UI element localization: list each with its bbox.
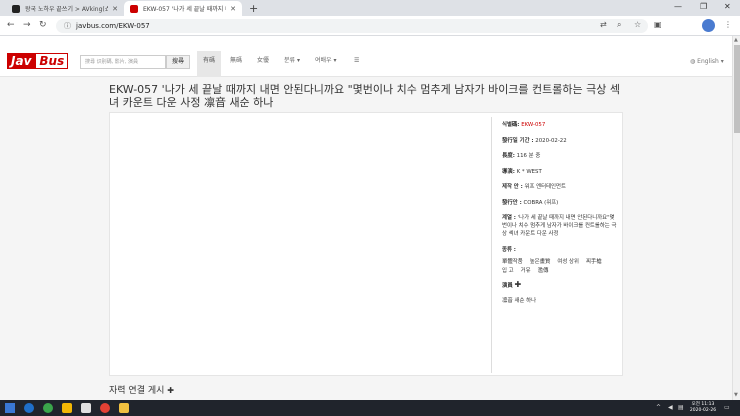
- globe-icon: ◍: [690, 58, 696, 65]
- nav-uncensored[interactable]: 無碼: [224, 51, 248, 77]
- nav-actress-dropdown[interactable]: 여배우 ▾: [309, 51, 342, 77]
- browser-tab-active[interactable]: EKW-057 '나가 세 끝날 때까지 내... ✕: [124, 1, 242, 16]
- windows-start-icon[interactable]: [5, 403, 15, 413]
- nav-censored[interactable]: 有碼: [197, 51, 222, 77]
- add-magnet-icon[interactable]: ✚: [167, 386, 174, 395]
- chrome-icon[interactable]: [100, 403, 110, 413]
- browser-tab[interactable]: 왕국 노하우 끝쓰기 > AVking(쇼... ✕: [6, 1, 124, 16]
- new-tab-icon[interactable]: +: [249, 2, 258, 15]
- series-label: 계열 :: [502, 215, 516, 221]
- language-selector[interactable]: ◍ English ▾: [690, 58, 724, 65]
- tab-label: EKW-057 '나가 세 끝날 때까지 내...: [143, 6, 226, 13]
- url-text: javbus.com/EKW-057: [76, 22, 150, 30]
- magnet-header-label: 자력 연결 게시: [109, 386, 165, 396]
- release-date: 2020-02-22: [535, 137, 567, 144]
- clock-date: 2020-02-26: [689, 408, 717, 413]
- movie-id: EKW-057: [521, 122, 546, 128]
- date-label: 發行일 기간 :: [502, 137, 534, 144]
- movie-length: 116 분 중: [516, 153, 541, 159]
- scroll-up-icon[interactable]: ▲: [734, 37, 738, 43]
- browser-tab-strip: 왕국 노하우 끝쓰기 > AVking(쇼... ✕ EKW-057 '나가 세…: [0, 0, 740, 16]
- tab-label: 왕국 노하우 끝쓰기 > AVking(쇼...: [25, 6, 109, 13]
- movie-detail-panel: 식별碼: EKW-057 發行일 기간 : 2020-02-22 長度: 116…: [109, 112, 623, 376]
- page-title: EKW-057 '나가 세 끝날 때까지 내면 안된다니까요 "몇번이나 치수 …: [109, 83, 620, 109]
- app-icon[interactable]: [43, 403, 53, 413]
- back-icon[interactable]: ←: [7, 20, 15, 30]
- genre-tag[interactable]: 입 고: [502, 267, 514, 275]
- genre-label: 종류 :: [502, 246, 516, 253]
- kakao-icon[interactable]: [62, 403, 72, 413]
- extension-icon[interactable]: ▣: [654, 20, 662, 29]
- reload-icon[interactable]: ↻: [39, 20, 47, 30]
- close-window-icon[interactable]: ✕: [724, 2, 731, 11]
- logo-bus: Bus: [35, 53, 69, 69]
- file-explorer-icon[interactable]: [119, 403, 129, 413]
- publisher-link[interactable]: COBRA (워프): [524, 200, 559, 206]
- zoom-icon[interactable]: ⌕: [617, 20, 621, 30]
- actor-link[interactable]: 凛音 새순 하나: [502, 298, 536, 304]
- genre-tag[interactable]: 거유: [521, 267, 531, 275]
- studio-label: 제작 안 :: [502, 184, 523, 190]
- menu-kebab-icon[interactable]: ⋮: [724, 20, 732, 29]
- actors-label: 演員: [502, 282, 513, 289]
- series-link[interactable]: '나가 세 끝날 때까지 내면 안된다니까요"몇번이나 치수 멈추게 남자가 바…: [502, 215, 616, 237]
- cover-image[interactable]: [114, 117, 492, 373]
- nav-genre-dropdown[interactable]: 분류 ▾: [278, 51, 306, 77]
- search-button[interactable]: 搜尋: [166, 55, 190, 69]
- windows-taskbar: ^ ◀ ▤ 오전 11:13 2020-02-26 ▭: [0, 400, 740, 416]
- logo-jav: Jav: [7, 53, 36, 69]
- site-logo[interactable]: Jav Bus: [7, 53, 69, 69]
- id-label: 식별碼:: [502, 122, 520, 128]
- profile-avatar[interactable]: [702, 19, 715, 32]
- movie-info: 식별碼: EKW-057 發行일 기간 : 2020-02-22 長度: 116…: [502, 121, 618, 313]
- genre-tag[interactable]: 單體작품: [502, 258, 523, 266]
- network-icon[interactable]: ▤: [678, 404, 684, 411]
- language-label: English ▾: [697, 58, 724, 65]
- page-scrollbar[interactable]: ▲ ▼: [732, 36, 740, 400]
- browser-toolbar: ← → ↻ ⓘ javbus.com/EKW-057 ⇄ ⌕ ☆ ▣ ⋮: [0, 16, 740, 36]
- app2-icon[interactable]: [81, 403, 91, 413]
- director-link[interactable]: K * WEST: [517, 169, 542, 175]
- nav-actresses[interactable]: 女優: [251, 51, 275, 77]
- magnet-section-header: 자력 연결 게시 ✚: [109, 383, 174, 396]
- genre-list: 單體작품 높은畫質 여성 상위 찌手槍 입 고 거유 濫傳: [502, 258, 618, 275]
- director-label: 導演:: [502, 168, 515, 175]
- tab-close-icon[interactable]: ✕: [230, 5, 236, 13]
- add-actor-icon[interactable]: ✚: [515, 280, 522, 289]
- tab-close-icon[interactable]: ✕: [112, 5, 118, 13]
- site-favicon-icon: [12, 4, 20, 13]
- volume-icon[interactable]: ◀: [668, 404, 673, 411]
- javbus-favicon-icon: [130, 4, 138, 13]
- taskbar-clock[interactable]: 오전 11:13 2020-02-26: [686, 402, 720, 414]
- site-navbar: Jav Bus 搜尋 识别碼, 影片, 演員 搜尋 有碼 無碼 女優 분류 ▾ …: [0, 36, 732, 77]
- genre-tag[interactable]: 濫傳: [538, 267, 549, 275]
- search-input[interactable]: 搜尋 识别碼, 影片, 演員: [80, 55, 166, 69]
- info-icon[interactable]: ⓘ: [64, 21, 71, 31]
- length-label: 長度:: [502, 153, 515, 159]
- notification-icon[interactable]: ▭: [724, 404, 730, 411]
- tray-arrow-icon[interactable]: ^: [656, 404, 661, 411]
- genre-tag[interactable]: 높은畫質: [530, 258, 551, 266]
- minimize-icon[interactable]: —: [674, 2, 682, 11]
- ie-icon[interactable]: [24, 403, 34, 413]
- bookmark-star-icon[interactable]: ☆: [634, 20, 641, 29]
- studio-link[interactable]: 워프 엔터테인먼트: [525, 184, 566, 190]
- forward-icon[interactable]: →: [23, 20, 31, 30]
- translate-icon[interactable]: ⇄: [600, 20, 607, 29]
- nav-menu-icon[interactable]: ☰: [348, 51, 365, 77]
- publisher-label: 發行안 :: [502, 199, 522, 206]
- genre-tag[interactable]: 여성 상위: [557, 258, 579, 266]
- scroll-down-icon[interactable]: ▼: [734, 392, 738, 398]
- maximize-icon[interactable]: ❐: [700, 2, 707, 11]
- genre-tag[interactable]: 찌手槍: [586, 258, 602, 266]
- scroll-thumb[interactable]: [734, 45, 740, 133]
- address-bar[interactable]: ⓘ javbus.com/EKW-057: [56, 19, 648, 33]
